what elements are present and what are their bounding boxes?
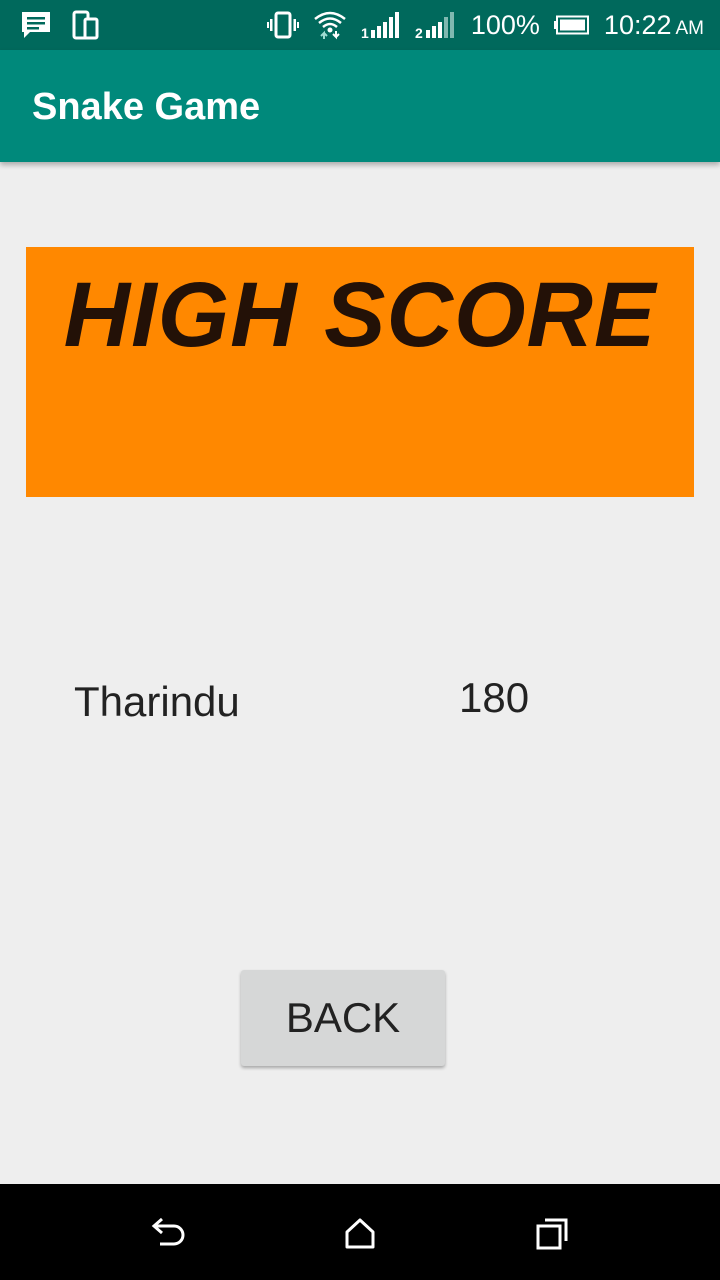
signal-2-icon: 2 [415,11,457,39]
battery-icon [553,15,590,35]
vibrate-icon [266,11,299,39]
player-name: Tharindu [74,678,240,725]
battery-percent: 100% [470,10,540,40]
app-bar: Snake Game [0,50,720,162]
screen: 1 2 100% 10:22 AM Snake Game HIGH SCORE … [0,0,720,1280]
status-clock: 10:22 AM [604,10,704,41]
svg-text:2: 2 [415,25,423,39]
player-score: 180 [459,674,530,721]
app-title: Snake Game [32,86,261,128]
clock-time: 10:22 [603,9,672,40]
clock-ampm: AM [675,17,705,39]
signal-1-icon: 1 [361,11,401,39]
high-score-title: HIGH SCORE [63,264,657,366]
message-icon [20,10,52,40]
back-nav-icon[interactable] [148,1214,188,1254]
recents-icon[interactable] [533,1214,573,1254]
device-icon [72,10,100,40]
status-left-icons [20,10,100,40]
wifi-icon [313,9,347,41]
back-button[interactable]: BACK [241,970,445,1066]
status-right-icons: 1 2 100% 10:22 AM [266,0,704,50]
status-bar: 1 2 100% 10:22 AM [0,0,720,50]
svg-text:1: 1 [361,25,369,39]
navigation-bar [0,1184,720,1280]
home-icon[interactable] [340,1214,380,1254]
